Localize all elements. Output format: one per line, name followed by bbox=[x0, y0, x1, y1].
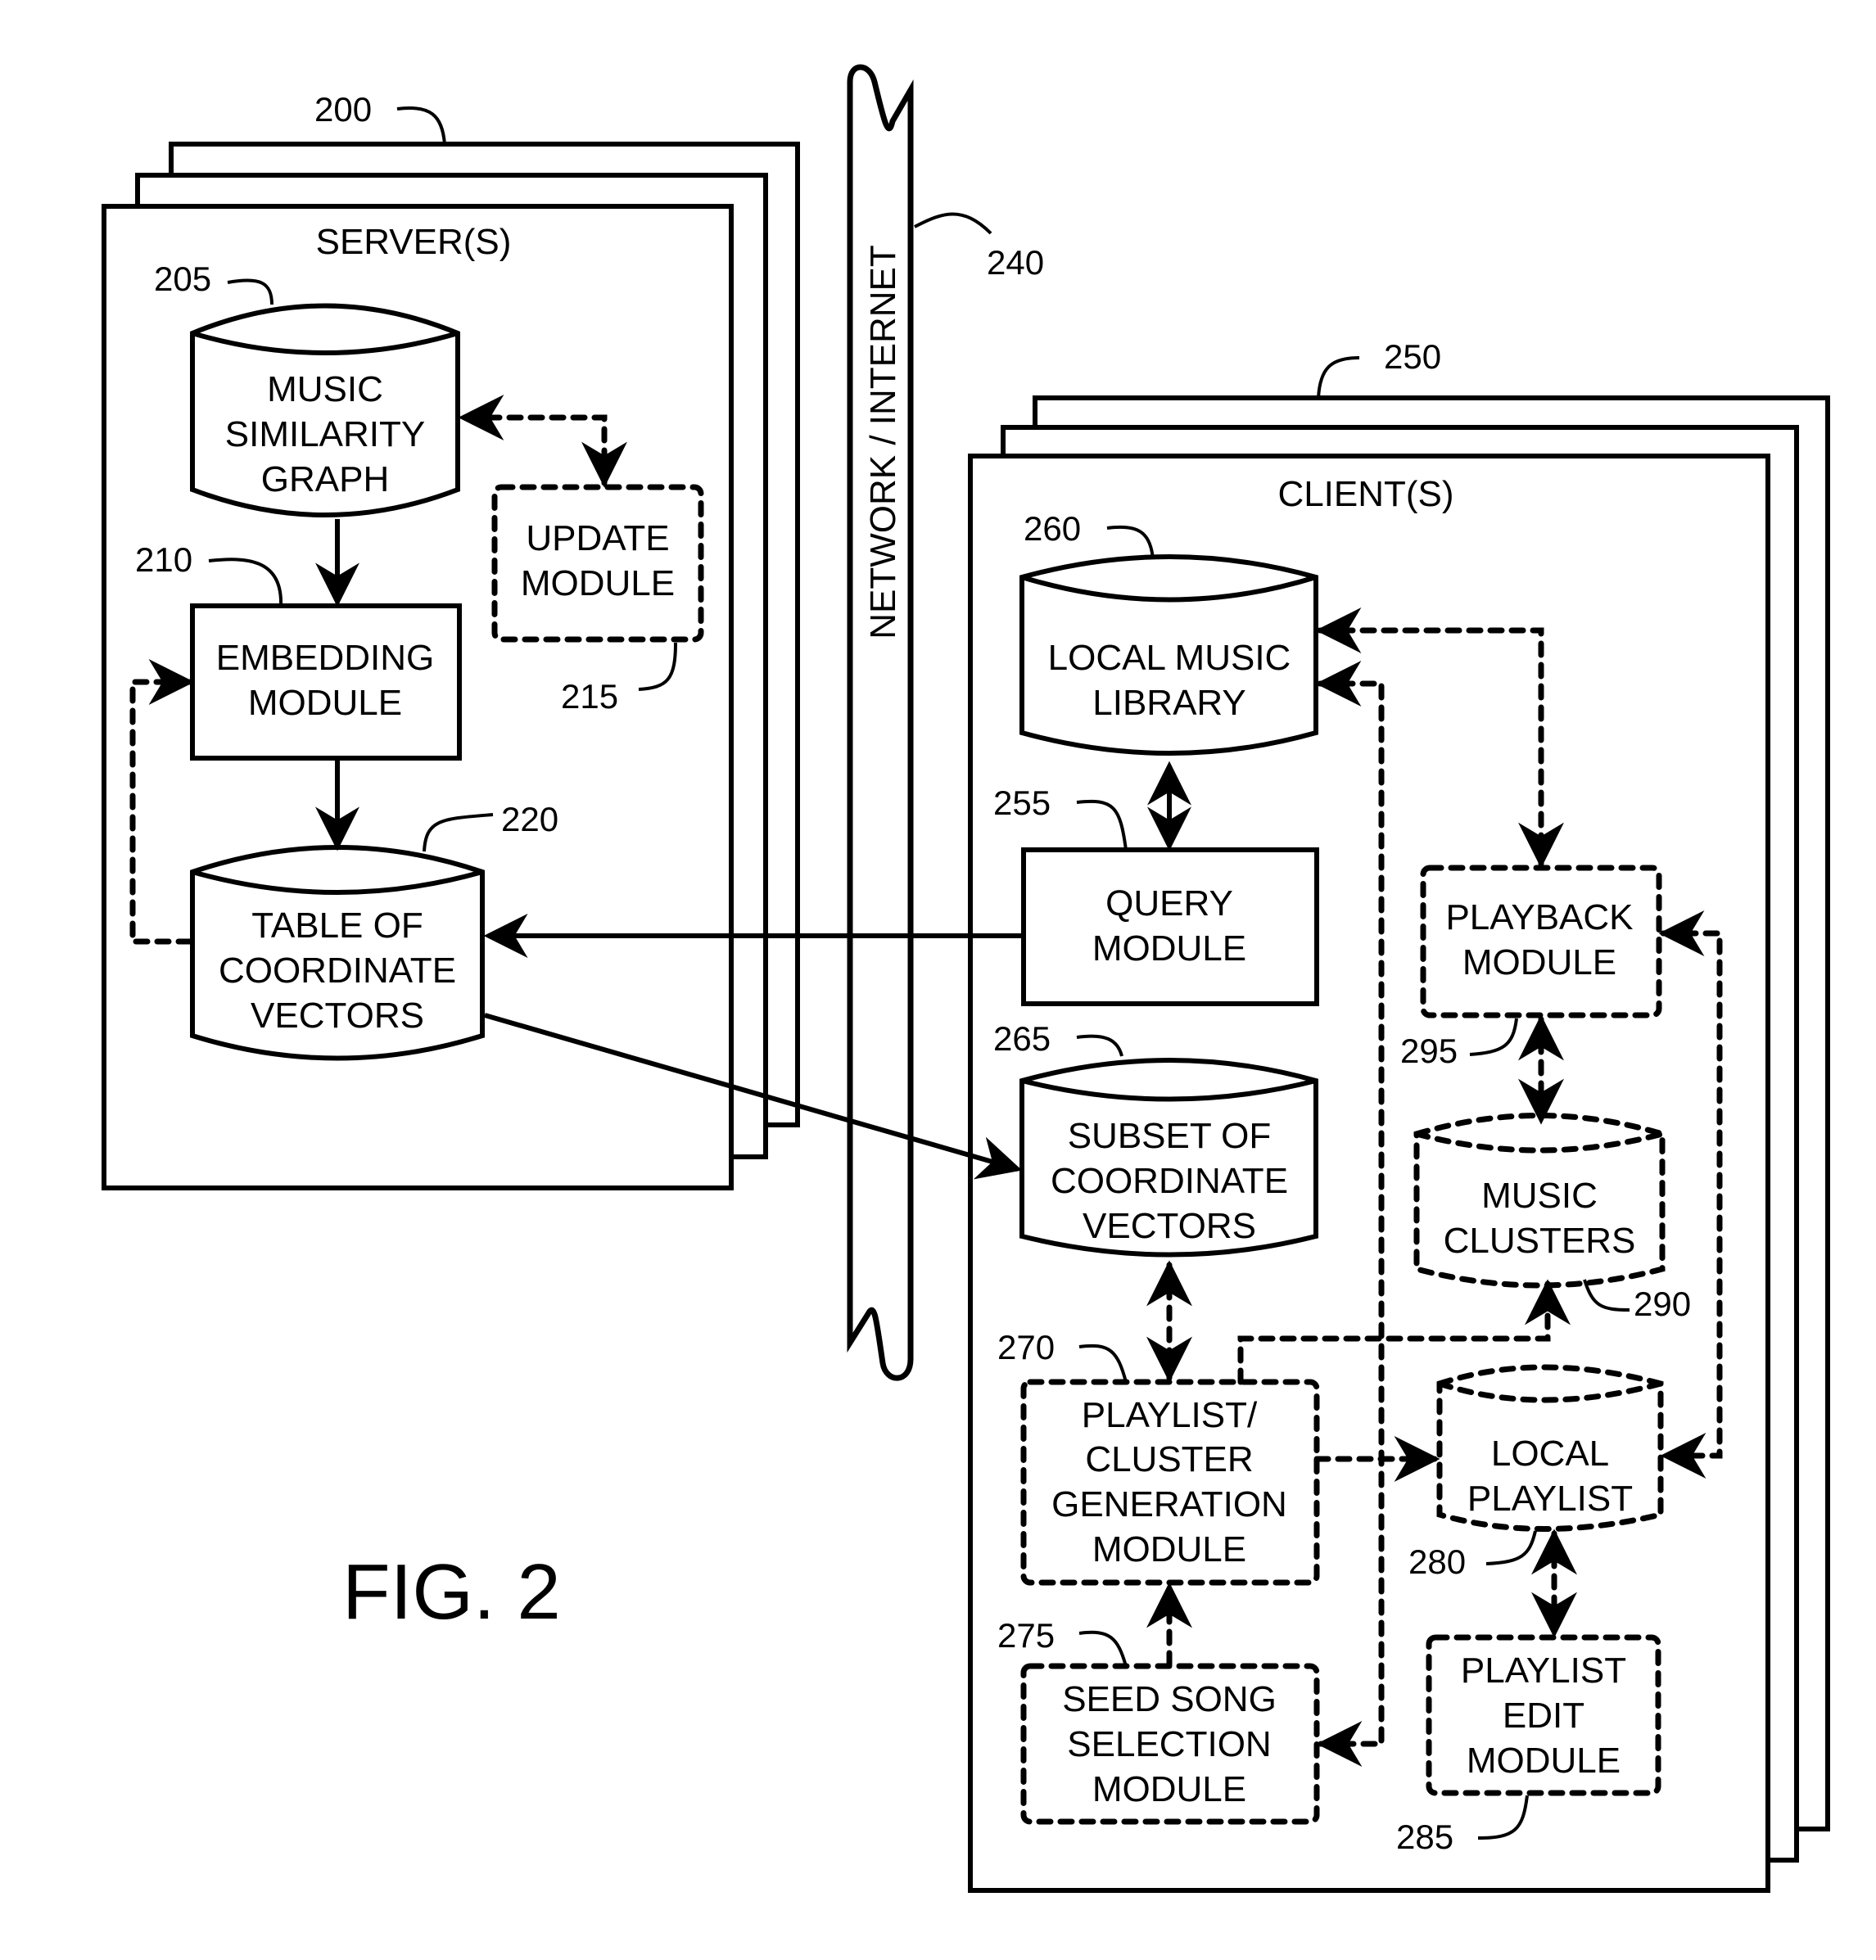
ref-215: 215 bbox=[561, 677, 618, 716]
music-similarity-graph[interactable]: MUSIC SIMILARITY GRAPH bbox=[190, 303, 460, 517]
pcg-label-2: CLUSTER bbox=[1085, 1439, 1253, 1479]
seed-label: SEED SONG bbox=[1062, 1679, 1277, 1719]
music-clusters-label: MUSIC bbox=[1481, 1176, 1598, 1216]
query-module-label-2: MODULE bbox=[1092, 928, 1246, 969]
ref-220: 220 bbox=[501, 800, 558, 838]
embedding-module[interactable]: EMBEDDING MODULE bbox=[190, 603, 462, 761]
playlist-edit-label-3: MODULE bbox=[1467, 1741, 1621, 1781]
playback-label: PLAYBACK bbox=[1445, 897, 1633, 937]
music-clusters-label-2: CLUSTERS bbox=[1444, 1221, 1636, 1261]
diagram-canvas: SERVER(S) 200 MUSIC SIMILARITY GRAPH 205… bbox=[102, 64, 1830, 1893]
music-similarity-graph-label: MUSIC bbox=[267, 369, 383, 409]
network-label: NETWORK / INTERNET bbox=[863, 245, 903, 639]
music-similarity-graph-label-3: GRAPH bbox=[261, 459, 389, 499]
update-module[interactable]: UPDATE MODULE bbox=[491, 484, 704, 643]
ref-255: 255 bbox=[993, 784, 1051, 822]
client-ref-leader bbox=[1317, 356, 1360, 399]
subset-label: SUBSET OF bbox=[1068, 1116, 1272, 1156]
ref-285: 285 bbox=[1396, 1818, 1453, 1856]
ref-290: 290 bbox=[1634, 1285, 1691, 1323]
local-playlist[interactable]: LOCAL PLAYLIST bbox=[1436, 1364, 1664, 1532]
ref-270: 270 bbox=[997, 1328, 1055, 1366]
pcg-label: PLAYLIST/ bbox=[1082, 1395, 1258, 1435]
ref-205: 205 bbox=[154, 260, 211, 298]
local-music-library-label: LOCAL MUSIC bbox=[1048, 638, 1291, 678]
seed-label-3: MODULE bbox=[1092, 1769, 1246, 1809]
subset-label-3: VECTORS bbox=[1083, 1206, 1256, 1246]
playlist-cluster-generation-module[interactable]: PLAYLIST/ CLUSTER GENERATION MODULE bbox=[1020, 1379, 1320, 1586]
embedding-module-label-2: MODULE bbox=[248, 683, 402, 723]
server-ref-leader bbox=[396, 106, 446, 145]
ref-210: 210 bbox=[135, 540, 192, 579]
ref-265: 265 bbox=[993, 1019, 1051, 1058]
pcg-label-3: GENERATION bbox=[1051, 1484, 1287, 1524]
client-title: CLIENT(S) bbox=[1277, 474, 1453, 514]
pcg-label-4: MODULE bbox=[1092, 1529, 1246, 1569]
local-music-library-label-2: LIBRARY bbox=[1092, 683, 1246, 723]
playback-module[interactable]: PLAYBACK MODULE bbox=[1420, 865, 1662, 1018]
ref-240: 240 bbox=[987, 243, 1044, 282]
local-playlist-label: LOCAL bbox=[1491, 1434, 1609, 1474]
subset-of-coordinate-vectors[interactable]: SUBSET OF COORDINATE VECTORS bbox=[1019, 1058, 1318, 1258]
playlist-edit-label-2: EDIT bbox=[1503, 1696, 1584, 1736]
ref-295: 295 bbox=[1400, 1032, 1458, 1070]
update-module-label: UPDATE bbox=[526, 518, 669, 558]
client-ref: 250 bbox=[1384, 337, 1441, 376]
ref-280: 280 bbox=[1408, 1542, 1466, 1581]
ref-275: 275 bbox=[997, 1616, 1055, 1655]
playlist-edit-module[interactable]: PLAYLIST EDIT MODULE bbox=[1426, 1634, 1661, 1796]
table-of-coordinate-vectors-label-3: VECTORS bbox=[251, 996, 424, 1036]
music-clusters[interactable]: MUSIC CLUSTERS bbox=[1413, 1113, 1666, 1289]
table-of-coordinate-vectors-label: TABLE OF bbox=[251, 905, 423, 946]
local-music-library[interactable]: LOCAL MUSIC LIBRARY bbox=[1019, 554, 1318, 756]
update-module-label-2: MODULE bbox=[521, 563, 675, 603]
table-of-coordinate-vectors[interactable]: TABLE OF COORDINATE VECTORS bbox=[190, 845, 485, 1061]
query-module-label: QUERY bbox=[1105, 883, 1233, 924]
ref-240-leader bbox=[914, 212, 992, 235]
subset-label-2: COORDINATE bbox=[1051, 1161, 1288, 1201]
local-playlist-label-2: PLAYLIST bbox=[1467, 1479, 1633, 1519]
seed-song-selection-module[interactable]: SEED SONG SELECTION MODULE bbox=[1020, 1663, 1320, 1825]
seed-label-2: SELECTION bbox=[1067, 1724, 1271, 1764]
playlist-edit-label: PLAYLIST bbox=[1461, 1651, 1626, 1691]
query-module[interactable]: QUERY MODULE bbox=[1021, 847, 1319, 1006]
server-ref: 200 bbox=[314, 90, 372, 129]
figure-caption: FIG. 2 bbox=[342, 1548, 561, 1636]
server-title: SERVER(S) bbox=[316, 222, 512, 262]
ref-260: 260 bbox=[1024, 509, 1081, 548]
table-of-coordinate-vectors-label-2: COORDINATE bbox=[219, 951, 456, 991]
embedding-module-label: EMBEDDING bbox=[216, 638, 434, 678]
music-similarity-graph-label-2: SIMILARITY bbox=[225, 414, 426, 454]
playback-label-2: MODULE bbox=[1462, 942, 1616, 982]
